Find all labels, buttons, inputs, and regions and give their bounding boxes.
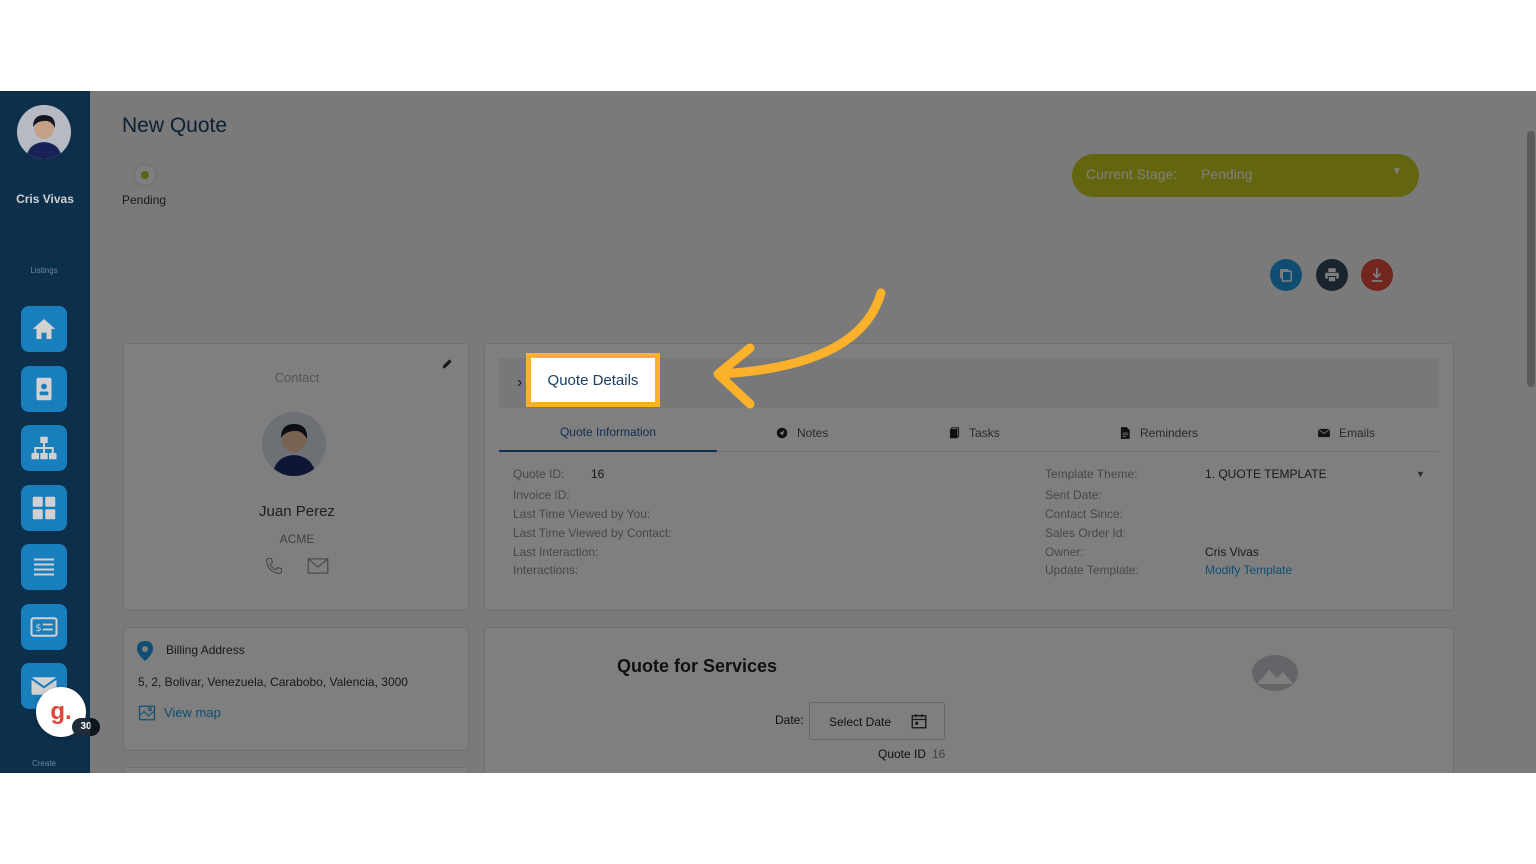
invoice-icon: $ [30, 617, 58, 637]
calendar-icon [911, 714, 927, 729]
quote-id-label: Quote ID [878, 747, 927, 761]
print-icon [1325, 268, 1339, 283]
contact-company: ACME [279, 532, 315, 546]
view-map-link[interactable]: View map [164, 705, 221, 720]
create-section-label: Create [31, 759, 56, 768]
stage-value: Pending [1201, 166, 1253, 182]
quote-id-value: 16 [932, 747, 946, 761]
tab-tasks[interactable]: Tasks [947, 414, 1000, 452]
status-label: Pending [122, 193, 167, 207]
contact-card-title: Contact [274, 370, 320, 385]
map-icon[interactable] [138, 704, 156, 722]
download-button[interactable] [1361, 259, 1393, 291]
org-chart-icon [31, 436, 57, 460]
widget-badge: 30 [72, 718, 100, 736]
field-last-viewed-contact-label: Last Time Viewed by Contact: [513, 526, 672, 540]
grid-icon [32, 496, 56, 520]
field-sent-date-label: Sent Date: [1045, 488, 1102, 502]
tab-emails[interactable]: Emails [1317, 414, 1375, 452]
contact-card: Contact Juan Perez ACME [123, 343, 469, 611]
services-title: Quote for Services [617, 656, 778, 676]
tab-reminders[interactable]: Reminders [1118, 414, 1198, 452]
download-icon [1371, 268, 1383, 282]
field-last-viewed-you-label: Last Time Viewed by You: [513, 507, 651, 521]
copy-button[interactable] [1270, 259, 1302, 291]
phone-icon[interactable] [264, 556, 284, 576]
chevron-right-icon[interactable]: › [517, 374, 522, 392]
user-avatar[interactable] [17, 105, 71, 159]
next-card [123, 767, 469, 773]
tab-label: Notes [797, 426, 829, 440]
copy-icon [1280, 269, 1292, 282]
field-owner-label: Owner: [1045, 545, 1084, 559]
template-theme-select[interactable]: 1. QUOTE TEMPLATE [1205, 467, 1327, 481]
date-placeholder: Select Date [829, 715, 892, 729]
page-title: New Quote [122, 114, 228, 137]
billing-address-title: Billing Address [166, 643, 245, 657]
modify-template-link[interactable]: Modify Template [1205, 563, 1292, 577]
pointer-arrow-icon [713, 288, 886, 409]
emails-icon [1317, 428, 1331, 438]
sidebar: Cris Vivas Listings $ Create g. 30 [0, 91, 100, 773]
billing-address-text: 5, 2, Bolivar, Venezuela, Carabobo, Vale… [138, 675, 408, 689]
sidebar-item-contacts[interactable] [21, 366, 67, 412]
field-contact-since-label: Contact Since: [1045, 507, 1124, 521]
field-interactions-label: Interactions: [513, 563, 579, 577]
tab-label: Reminders [1140, 426, 1199, 440]
listings-section-label: Listings [30, 266, 58, 275]
stage-label: Current Stage: [1086, 166, 1178, 182]
tab-label: Emails [1339, 426, 1376, 440]
sidebar-item-dashboard[interactable] [21, 485, 67, 531]
home-icon [32, 319, 56, 339]
status-indicator [135, 165, 155, 185]
contact-avatar [262, 412, 326, 476]
pencil-icon[interactable] [440, 357, 454, 371]
print-button[interactable] [1316, 259, 1348, 291]
sidebar-item-list[interactable] [21, 544, 67, 590]
field-invoice-id-label: Invoice ID: [513, 488, 570, 502]
field-update-template-label: Update Template: [1045, 563, 1139, 577]
scrollbar[interactable] [1527, 131, 1535, 387]
date-label: Date: [775, 713, 804, 727]
field-template-theme-label: Template Theme: [1045, 467, 1138, 481]
location-pin-icon [137, 641, 153, 661]
app-window: Cris Vivas Listings $ Create g. 30 New Q… [0, 91, 1536, 773]
image-placeholder-icon[interactable] [1251, 654, 1299, 692]
field-sales-order-label: Sales Order Id: [1045, 526, 1126, 540]
tab-quote-information[interactable]: Quote Information [499, 414, 717, 452]
contact-name: Juan Perez [259, 503, 335, 520]
billing-address-card: Billing Address 5, 2, Bolivar, Venezuela… [123, 627, 469, 751]
sidebar-item-invoices[interactable]: $ [21, 604, 67, 650]
quote-services-card: Quote for Services Date: Select Date Quo… [484, 627, 1454, 773]
notes-icon [776, 427, 788, 439]
contact-card-icon [36, 377, 52, 401]
quote-details-highlight[interactable]: Quote Details [526, 353, 660, 407]
field-quote-id-value: 16 [591, 467, 605, 481]
date-picker[interactable]: Select Date [809, 702, 945, 740]
quote-details-title: Quote Details [547, 371, 639, 389]
list-icon [34, 558, 54, 576]
user-name: Cris Vivas [16, 192, 74, 206]
tab-label: Quote Information [559, 425, 657, 439]
envelope-icon[interactable] [307, 558, 329, 574]
chevron-down-icon: ▼ [1392, 166, 1402, 177]
sidebar-item-organization[interactable] [21, 425, 67, 471]
sidebar-item-home[interactable] [21, 306, 67, 352]
field-owner-value: Cris Vivas [1205, 545, 1259, 559]
widget-logo: g. [50, 698, 72, 725]
quote-tabs: Quote Information Notes Tasks Reminders … [499, 414, 1439, 452]
field-last-interaction-label: Last Interaction: [513, 545, 599, 559]
chevron-down-icon[interactable]: ▼ [1416, 469, 1425, 479]
stage-dropdown[interactable]: Current Stage: Pending ▼ [1072, 154, 1419, 197]
reminders-icon [1120, 427, 1130, 439]
field-quote-id-label: Quote ID: [513, 467, 565, 481]
svg-text:$: $ [35, 623, 41, 634]
tasks-icon [949, 427, 960, 439]
tab-label: Tasks [969, 426, 1000, 440]
